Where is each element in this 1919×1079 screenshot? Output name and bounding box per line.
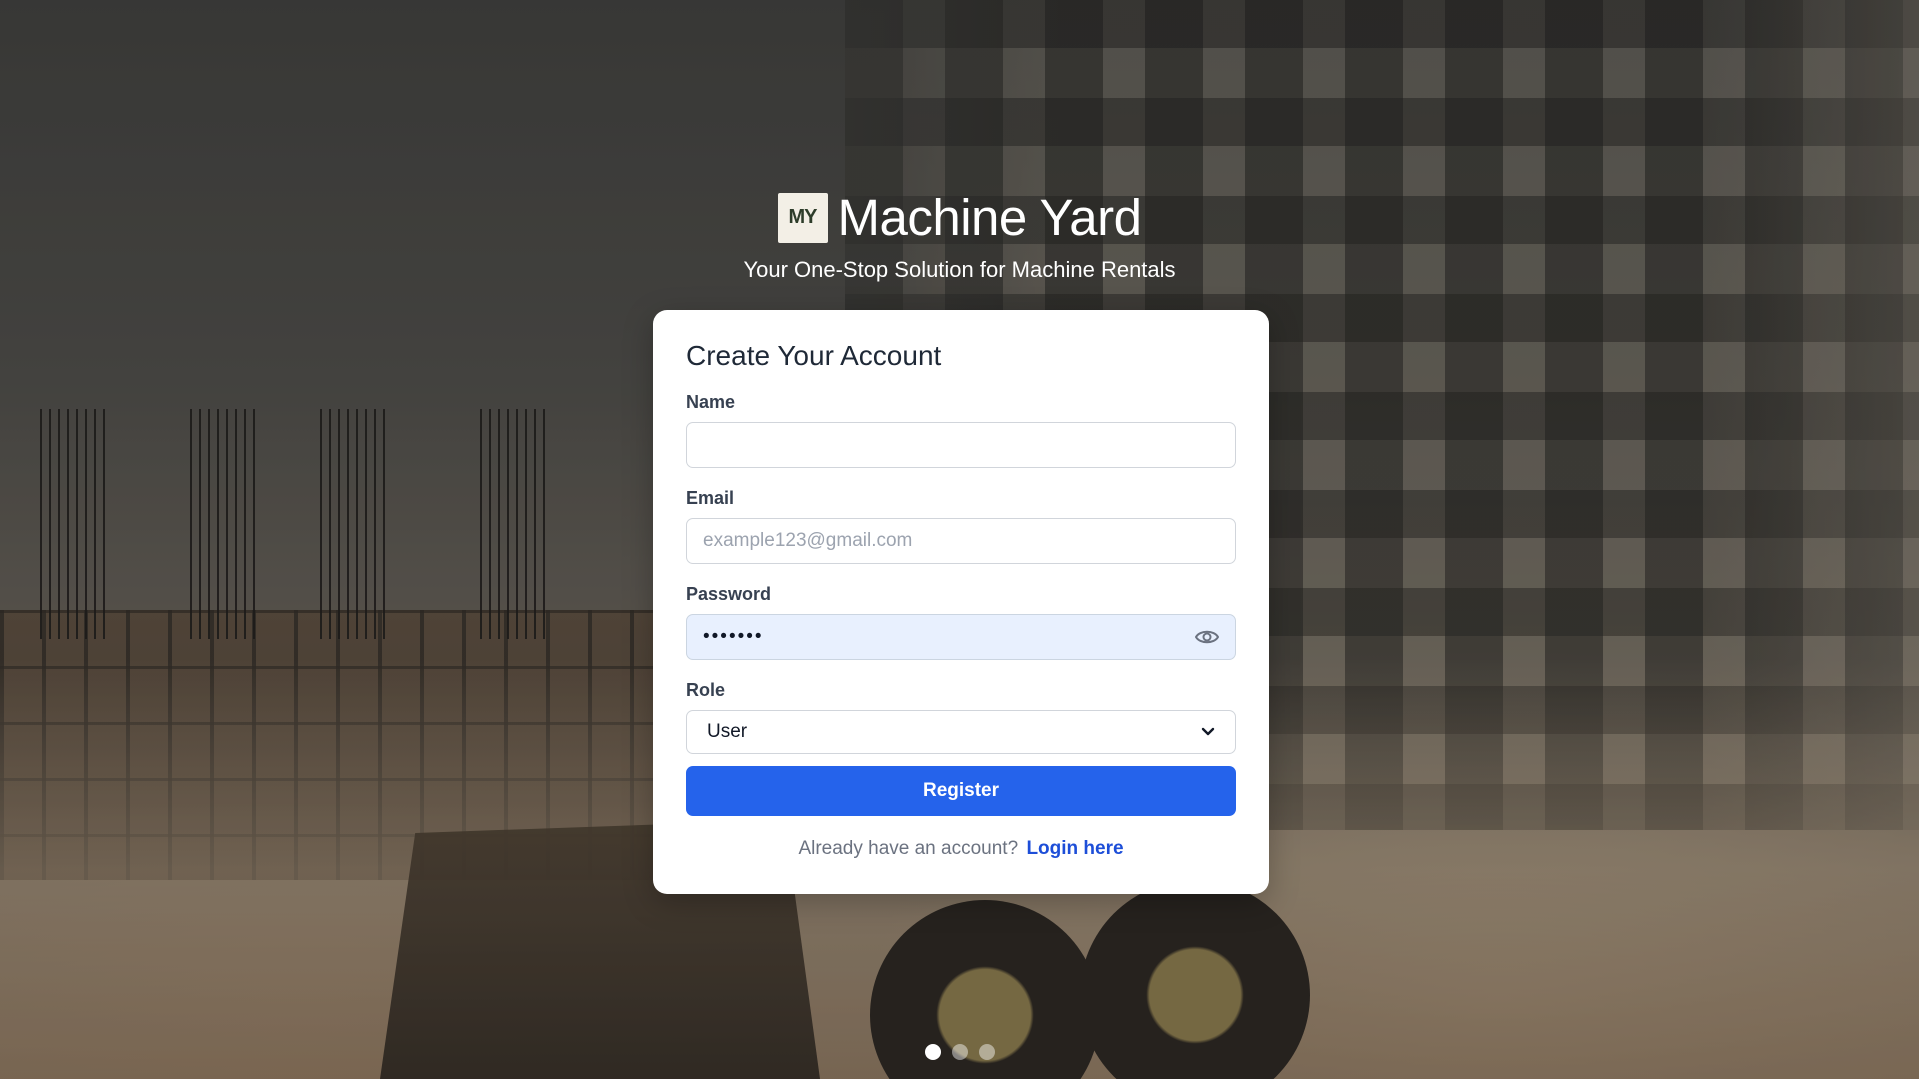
brand-logo: MY (777, 192, 828, 243)
role-select[interactable]: User (686, 710, 1236, 754)
eye-icon[interactable] (1194, 626, 1220, 648)
login-prompt-text: Already have an account? (798, 838, 1019, 859)
carousel-dot[interactable] (951, 1044, 968, 1060)
brand-header: MY Machine Yard (0, 188, 1919, 247)
carousel-dot[interactable] (978, 1044, 995, 1060)
name-input[interactable] (686, 422, 1236, 468)
carousel-dot[interactable] (924, 1044, 941, 1060)
password-input[interactable] (686, 614, 1236, 660)
register-button[interactable]: Register (686, 766, 1236, 816)
brand-tagline: Your One-Stop Solution for Machine Renta… (743, 257, 1176, 282)
email-input[interactable] (686, 518, 1236, 564)
role-field-group: Role User (686, 680, 1236, 754)
chevron-down-icon (1201, 721, 1215, 743)
brand-title: Machine Yard (837, 189, 1142, 246)
email-field-group: Email (686, 488, 1236, 564)
role-label: Role (686, 680, 726, 700)
register-card: Create Your Account Name Email Password … (653, 310, 1269, 894)
password-label: Password (686, 584, 772, 604)
name-field-group: Name (686, 392, 1236, 468)
email-label: Email (686, 488, 735, 508)
form-title: Create Your Account (686, 340, 942, 371)
login-link[interactable]: Login here (1026, 838, 1123, 859)
role-selected-value: User (707, 721, 748, 742)
name-label: Name (686, 392, 736, 412)
password-field-group: Password (686, 584, 1236, 660)
login-prompt: Already have an account? Login here (686, 838, 1236, 860)
carousel-dots (0, 1044, 1919, 1060)
